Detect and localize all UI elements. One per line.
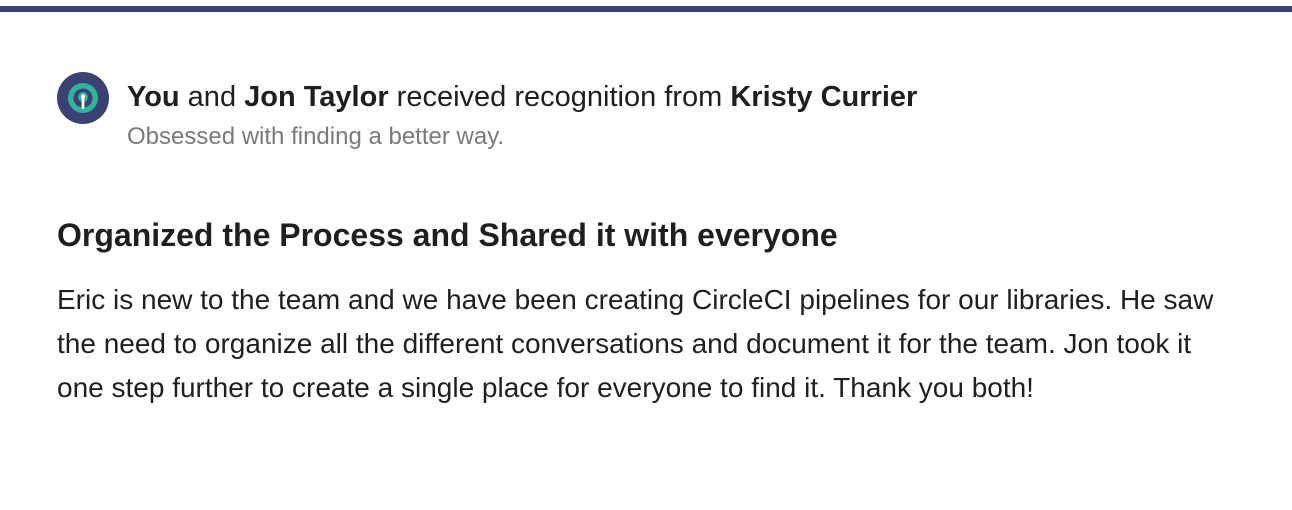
recipient-other[interactable]: Jon Taylor	[244, 81, 389, 113]
recognition-headline: You and Jon Taylor received recognition …	[127, 78, 917, 116]
accent-top-bar	[0, 6, 1292, 12]
post-message: Eric is new to the team and we have been…	[57, 284, 1214, 403]
badge-glyph-icon	[68, 83, 98, 113]
recognition-header: You and Jon Taylor received recognition …	[57, 72, 917, 152]
and-text: and	[179, 81, 245, 113]
recipient-you[interactable]: You	[127, 81, 180, 113]
recognition-badge-icon	[57, 72, 109, 124]
received-text: received recognition from	[388, 81, 731, 113]
header-text: You and Jon Taylor received recognition …	[127, 78, 917, 152]
giver-name[interactable]: Kristy Currier	[730, 81, 917, 113]
post-title: Organized the Process and Shared it with…	[57, 217, 838, 253]
value-tag: Obsessed with finding a better way.	[127, 123, 505, 150]
